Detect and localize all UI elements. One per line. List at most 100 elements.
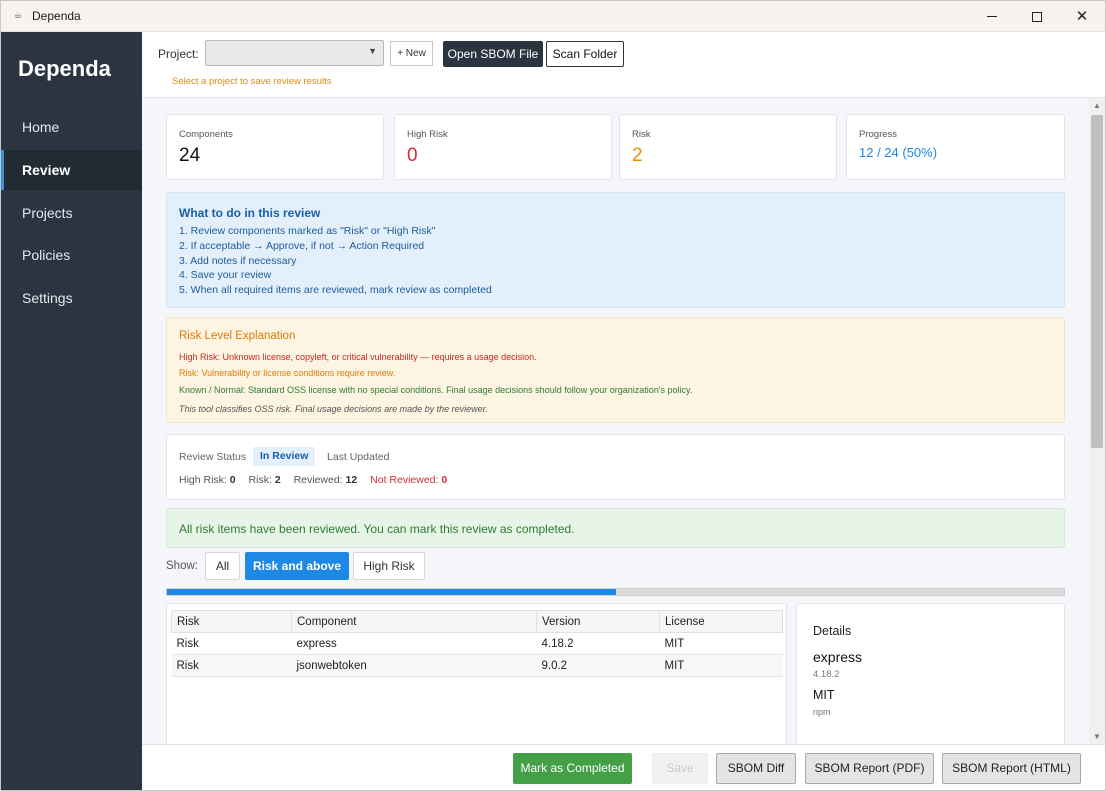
- cell-component: jsonwebtoken: [291, 654, 537, 677]
- risk-count: 2: [274, 474, 281, 486]
- filter-label: Show:: [166, 560, 198, 572]
- risk-level-explanation: Risk Level Explanation High Risk: Unknow…: [166, 317, 1065, 423]
- cell-version: 4.18.2: [536, 632, 660, 655]
- review-progress-bar: [166, 588, 1065, 596]
- status-badge: In Review: [253, 447, 316, 466]
- stat-card-risk: Risk 2: [619, 114, 837, 180]
- stat-value: 0: [407, 145, 418, 166]
- cell-version: 9.0.2: [536, 654, 660, 677]
- details-component-name: express: [813, 649, 863, 665]
- top-toolbar: Project: ▼ + New Open SBOM File Scan Fol…: [142, 32, 1105, 98]
- sidebar-item-settings[interactable]: Settings: [1, 278, 142, 318]
- sidebar-item-projects[interactable]: Projects: [1, 193, 142, 233]
- details-title: Details: [813, 624, 852, 638]
- normal-explanation: Known / Normal: Standard OSS license wit…: [179, 385, 693, 395]
- instruction-step: 4. Save your review: [179, 269, 272, 281]
- high-risk-explanation: High Risk: Unknown license, copyleft, or…: [179, 352, 537, 362]
- maximize-icon: [1032, 11, 1042, 22]
- stat-card-progress: Progress 12 / 24 (50%): [846, 114, 1065, 180]
- instructions-title: What to do in this review: [179, 206, 321, 220]
- completion-message: All risk items have been reviewed. You c…: [166, 508, 1065, 548]
- risk-count-label: Risk:: [248, 474, 272, 486]
- vertical-scrollbar[interactable]: ▲ ▼: [1089, 98, 1105, 744]
- stat-value: 12 / 24 (50%): [859, 145, 938, 160]
- filter-high-risk-button[interactable]: High Risk: [353, 552, 425, 580]
- stat-label: Progress: [859, 129, 898, 140]
- sbom-report-pdf-button[interactable]: SBOM Report (PDF): [805, 753, 934, 784]
- reviewed-count: 12: [345, 474, 358, 486]
- review-content[interactable]: Components 24 High Risk 0 Risk 2 Progres…: [142, 98, 1089, 744]
- scroll-down-icon[interactable]: ▼: [1093, 732, 1101, 741]
- details-ecosystem: npm: [813, 707, 831, 717]
- sidebar-item-policies[interactable]: Policies: [1, 235, 142, 275]
- instruction-step: 2. If acceptable → Approve, if not → Act…: [179, 240, 425, 252]
- stat-card-components: Components 24: [166, 114, 384, 180]
- cell-risk: Risk: [171, 654, 292, 677]
- details-version: 4.18.2: [813, 669, 840, 680]
- chevron-down-icon: ▼: [368, 46, 377, 56]
- reviewed-count-label: Reviewed:: [293, 474, 343, 486]
- last-updated-label: Last Updated: [327, 451, 390, 463]
- sidebar: Dependa Home Review Projects Policies Se…: [1, 32, 142, 790]
- column-header-version[interactable]: Version: [536, 610, 660, 633]
- scroll-up-icon[interactable]: ▲: [1093, 101, 1101, 110]
- stat-value: 24: [179, 145, 201, 166]
- not-reviewed-count-label: Not Reviewed:: [370, 474, 439, 486]
- filter-all-button[interactable]: All: [205, 552, 240, 580]
- new-project-button[interactable]: + New: [390, 41, 433, 66]
- table-header-row: Risk Component Version License: [171, 610, 783, 633]
- open-sbom-button[interactable]: Open SBOM File: [443, 41, 543, 67]
- maximize-button[interactable]: [1014, 1, 1060, 32]
- components-table: Risk Component Version License Risk expr…: [171, 610, 783, 677]
- window-title: Dependa: [32, 9, 81, 23]
- risk-explanation: Risk: Vulnerability or license condition…: [179, 368, 396, 378]
- scan-folder-button[interactable]: Scan Folder: [546, 41, 624, 67]
- review-instructions: What to do in this review 1. Review comp…: [166, 192, 1065, 308]
- cell-risk: Risk: [171, 632, 292, 655]
- risk-explanation-title: Risk Level Explanation: [179, 330, 296, 342]
- instruction-step: 1. Review components marked as "Risk" or…: [179, 225, 436, 237]
- app-window: ☕ Dependa ✕ Dependa Home Review Projects…: [0, 0, 1106, 791]
- high-risk-count-label: High Risk:: [179, 474, 227, 486]
- stat-card-high-risk: High Risk 0: [394, 114, 612, 180]
- project-hint: Select a project to save review results: [172, 76, 332, 87]
- stat-label: High Risk: [407, 129, 448, 140]
- minimize-button[interactable]: [969, 1, 1015, 32]
- stat-label: Components: [179, 129, 233, 140]
- column-header-license[interactable]: License: [659, 610, 783, 633]
- project-label: Project:: [158, 47, 199, 61]
- completion-message-text: All risk items have been reviewed. You c…: [179, 522, 575, 536]
- sbom-diff-button[interactable]: SBOM Diff: [716, 753, 796, 784]
- not-reviewed-count: 0: [441, 474, 448, 486]
- stat-label: Risk: [632, 129, 651, 140]
- minimize-icon: [987, 16, 997, 17]
- save-button[interactable]: Save: [652, 753, 708, 784]
- sidebar-item-home[interactable]: Home: [1, 107, 142, 147]
- components-table-panel: Risk Component Version License Risk expr…: [166, 603, 787, 744]
- sidebar-item-review[interactable]: Review: [1, 150, 142, 190]
- cell-license: MIT: [659, 632, 783, 655]
- column-header-component[interactable]: Component: [291, 610, 537, 633]
- close-button[interactable]: ✕: [1059, 1, 1105, 32]
- sbom-report-html-button[interactable]: SBOM Report (HTML): [942, 753, 1081, 784]
- high-risk-count: 0: [229, 474, 236, 486]
- scrollbar-thumb[interactable]: [1091, 115, 1103, 448]
- cell-license: MIT: [659, 654, 783, 677]
- review-status-panel: Review Status In Review Last Updated Hig…: [166, 434, 1065, 500]
- review-status-label: Review Status: [179, 451, 247, 463]
- column-header-risk[interactable]: Risk: [171, 610, 292, 633]
- review-progress-fill: [167, 589, 616, 595]
- close-icon: ✕: [1075, 7, 1089, 25]
- stat-value: 2: [632, 145, 643, 166]
- mark-completed-button[interactable]: Mark as Completed: [513, 753, 632, 784]
- details-panel: Details express 4.18.2 MIT npm: [796, 603, 1065, 744]
- instruction-step: 3. Add notes if necessary: [179, 255, 297, 267]
- review-counts: High Risk: 0 Risk: 2 Reviewed: 12 Not Re…: [179, 474, 447, 486]
- filter-risk-button[interactable]: Risk and above: [245, 552, 349, 580]
- title-bar: ☕ Dependa ✕: [1, 1, 1105, 32]
- instruction-step: 5. When all required items are reviewed,…: [179, 284, 492, 296]
- table-row[interactable]: Risk jsonwebtoken 9.0.2 MIT: [171, 654, 783, 677]
- table-row[interactable]: Risk express 4.18.2 MIT: [171, 632, 783, 655]
- cell-component: express: [291, 632, 537, 655]
- project-select[interactable]: ▼: [205, 40, 384, 66]
